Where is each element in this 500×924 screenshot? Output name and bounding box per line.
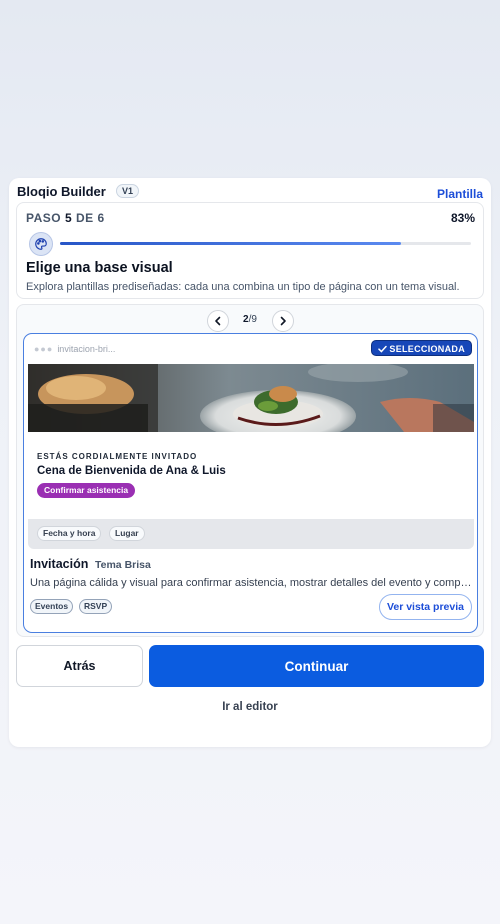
step-title: Elige una base visual	[26, 260, 173, 276]
step-counter: PASO 5 DE 6	[26, 211, 105, 225]
continue-button[interactable]: Continuar	[149, 645, 484, 687]
pager-indicator: 2/9	[231, 314, 269, 325]
template-name: Invitación	[30, 557, 89, 571]
selected-label: SELECCIONADA	[389, 344, 465, 354]
template-gallery: 2/9 ●●● invitacion-bri... SELECCIONADA E…	[16, 304, 484, 637]
step-of: DE	[76, 211, 94, 225]
next-template-button[interactable]	[272, 310, 294, 332]
invitation-preview: ESTÁS CORDIALMENTE INVITADO Cena de Bien…	[28, 432, 474, 550]
gallery-pager: 2/9	[17, 310, 483, 332]
app-title: Bloqio Builder	[17, 184, 106, 199]
progress-bar	[60, 242, 471, 245]
builder-card: Bloqio Builder V1 Plantilla PASO 5 DE 6 …	[9, 178, 491, 747]
template-theme: Tema Brisa	[95, 559, 151, 571]
preview-button[interactable]: Ver vista previa	[378, 594, 472, 620]
preview-chip-date: Fecha y hora	[37, 526, 102, 541]
step-prefix: PASO	[26, 211, 62, 225]
go-to-editor-link[interactable]: Ir al editor	[9, 701, 491, 713]
template-link[interactable]: Plantilla	[437, 187, 483, 201]
pager-total: 9	[251, 314, 257, 325]
tag-eventos: Eventos	[30, 599, 74, 614]
preview-footer: Fecha y hora Lugar	[28, 519, 474, 549]
preview-event-title: Cena de Bienvenida de Ana & Luis	[37, 465, 226, 477]
progress-fill	[60, 242, 402, 245]
chevron-right-icon	[280, 316, 286, 326]
back-button[interactable]: Atrás	[16, 645, 143, 687]
chevron-left-icon	[215, 316, 221, 326]
template-description: Una página cálida y visual para confirma…	[30, 577, 472, 589]
preview-url-bar: ●●● invitacion-bri...	[34, 344, 164, 358]
dinner-photo	[28, 364, 474, 432]
preview-url: invitacion-bri...	[57, 344, 116, 354]
window-dots-icon: ●●●	[34, 344, 54, 354]
step-description: Explora plantillas prediseñadas: cada un…	[26, 281, 460, 293]
tag-rsvp: RSVP	[79, 599, 113, 614]
preview-rsvp-button: Confirmar asistencia	[37, 483, 136, 498]
template-preview: ●●● invitacion-bri... SELECCIONADA ESTÁS…	[28, 340, 474, 550]
step-current: 5	[64, 211, 73, 225]
progress-percent: 83%	[450, 211, 475, 225]
template-card[interactable]: ●●● invitacion-bri... SELECCIONADA ESTÁS…	[23, 333, 478, 633]
preview-eyebrow: ESTÁS CORDIALMENTE INVITADO	[37, 452, 198, 461]
palette-icon	[29, 232, 53, 256]
step-panel: PASO 5 DE 6 83% Elige una base visual Ex…	[16, 202, 484, 299]
check-icon	[378, 345, 388, 353]
step-total: 6	[97, 211, 105, 225]
selected-badge: SELECCIONADA	[371, 340, 472, 356]
preview-chip-place: Lugar	[109, 526, 145, 541]
prev-template-button[interactable]	[207, 310, 229, 332]
version-badge: V1	[116, 184, 140, 198]
header: Bloqio Builder V1 Plantilla	[17, 184, 483, 201]
